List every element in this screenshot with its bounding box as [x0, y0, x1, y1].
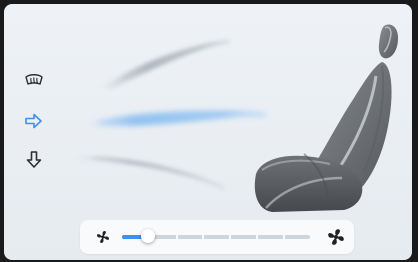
track-divider — [202, 235, 204, 239]
feet-vent-button[interactable] — [20, 147, 48, 173]
face-airflow-stream — [88, 110, 274, 127]
fan-low-icon[interactable] — [94, 228, 112, 246]
fan-speed-slider[interactable] — [122, 229, 310, 243]
face-vent-button[interactable] — [20, 108, 48, 134]
seat-illustration — [254, 24, 398, 212]
feet-vent-arrow-icon — [26, 151, 42, 168]
track-divider — [176, 235, 178, 239]
face-vent-arrow-icon — [25, 113, 42, 129]
feet-airflow-stream — [76, 156, 230, 190]
windshield-airflow-stream — [100, 38, 236, 88]
track-divider — [283, 235, 285, 239]
fan-high-icon[interactable] — [326, 227, 346, 247]
windshield-defrost-icon — [25, 74, 43, 85]
track-divider — [229, 235, 231, 239]
fan-speed-control — [80, 220, 354, 254]
windshield-defrost-button[interactable] — [20, 68, 48, 94]
track-divider — [256, 235, 258, 239]
climate-panel — [4, 4, 412, 260]
fan-speed-thumb[interactable] — [141, 229, 155, 243]
